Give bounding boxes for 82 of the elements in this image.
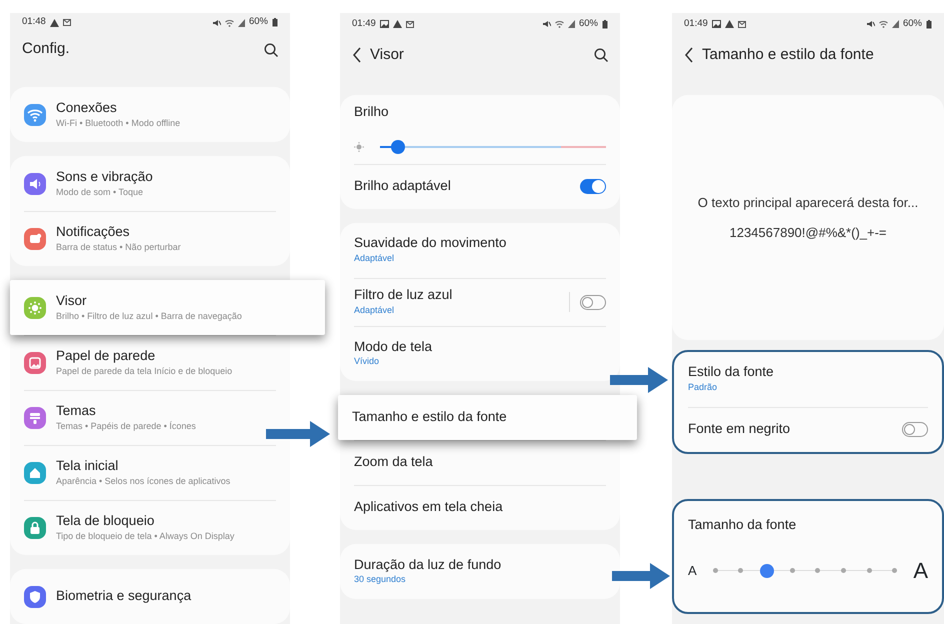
setting-title: Tela de bloqueio	[56, 512, 156, 530]
image-notification-icon	[380, 20, 389, 28]
screen-title: Visor	[370, 44, 405, 65]
sun-icon	[354, 142, 364, 152]
back-icon[interactable]	[684, 47, 694, 63]
toggle-switch[interactable]	[580, 294, 606, 310]
setting-description: Brilho • Filtro de luz azul • Barra de navegação	[56, 310, 243, 322]
screen-title: Config.	[22, 39, 71, 60]
setting-value: Adaptável	[354, 252, 396, 266]
status-time: 01:49	[352, 16, 376, 31]
screen-title: Tamanho e estilo da fonte	[702, 44, 875, 65]
setting-title: Tamanho da fonte	[688, 517, 798, 534]
battery-icon	[272, 18, 278, 28]
mute-icon	[866, 20, 875, 28]
preview-text: O texto principal aparecerá desta for...	[698, 194, 918, 212]
signal-icon	[568, 20, 575, 28]
setting-title: Suavidade do movimento	[354, 235, 508, 252]
setting-title: Notificações	[56, 224, 131, 241]
setting-title: Filtro de luz azul	[354, 286, 454, 304]
signal-icon	[892, 20, 899, 28]
mute-icon	[542, 20, 551, 28]
battery-icon	[926, 20, 932, 28]
mail-icon	[738, 20, 746, 28]
status-time: 01:49	[684, 16, 708, 31]
arrow	[612, 562, 670, 590]
small-letter-label: A	[688, 562, 697, 580]
setting-description: Modo de som • Toque	[56, 186, 144, 198]
back-icon[interactable]	[352, 47, 362, 63]
setting-value: Adaptável	[354, 304, 396, 317]
arrow	[610, 366, 668, 394]
battery-level: 60%	[578, 16, 598, 31]
setting-description: Papel de parede da tela Início e de bloqueio	[56, 364, 234, 377]
font-size-slider[interactable]	[712, 562, 898, 579]
setting-title: Sons e vibração	[56, 168, 154, 186]
mail-icon	[62, 19, 71, 26]
large-letter-label: A	[913, 560, 928, 582]
battery-level: 60%	[902, 16, 922, 31]
setting-description: Aparência • Selos nos ícones de aplicativos	[56, 474, 232, 487]
search-icon[interactable]	[264, 42, 278, 57]
setting-description: Tipo de bloqueio de tela • Always On Display	[56, 530, 236, 542]
setting-title: Brilho adaptável	[354, 178, 452, 195]
wifi-icon	[554, 20, 564, 28]
preview-text: 1234567890!@#%&*()_+-=	[729, 224, 887, 242]
arrow	[266, 420, 330, 448]
setting-title: Brilho	[354, 104, 390, 121]
mail-icon	[406, 20, 414, 28]
setting-title: Conexões	[56, 100, 118, 117]
setting-description: Wi-Fi • Bluetooth • Modo offline	[56, 116, 182, 129]
warning-icon	[50, 18, 59, 27]
setting-title: Estilo da fonte	[688, 364, 775, 382]
toggle-switch[interactable]	[580, 178, 606, 194]
setting-title: Duração da luz de fundo	[354, 556, 502, 574]
setting-value: Vívido	[354, 355, 380, 368]
wifi-icon	[224, 18, 234, 27]
setting-title: Biometria e segurança	[56, 588, 192, 605]
setting-description: Barra de status • Não perturbar	[56, 240, 182, 253]
warning-icon	[724, 20, 734, 28]
brightness-slider[interactable]	[380, 138, 606, 155]
setting-description: Temas • Papéis de parede • Ícones	[56, 420, 197, 432]
highlighted-setting-item[interactable]: Visor Brilho • Filtro de luz azul • Barra de navegação	[10, 280, 325, 335]
search-icon[interactable]	[594, 48, 608, 62]
setting-value: 30 segundos	[354, 573, 407, 586]
setting-title: Visor	[56, 292, 88, 310]
warning-icon	[392, 20, 402, 28]
setting-title: Aplicativos em tela cheia	[354, 499, 504, 516]
signal-icon	[238, 18, 245, 27]
status-time: 01:48	[22, 15, 46, 30]
setting-title: Fonte em negrito	[688, 421, 792, 438]
setting-title: Tela inicial	[56, 458, 120, 475]
setting-title: Tamanho e estilo da fonte	[352, 409, 508, 426]
battery-icon	[602, 20, 608, 28]
battery-level: 60%	[248, 15, 268, 30]
wifi-icon	[878, 20, 888, 28]
setting-value: Padrão	[688, 381, 718, 394]
setting-title: Zoom da tela	[354, 454, 434, 472]
setting-title: Modo de tela	[354, 338, 434, 356]
mute-icon	[212, 18, 221, 27]
highlighted-setting-item[interactable]: Tamanho e estilo da fonte	[338, 395, 637, 440]
toggle-switch[interactable]	[902, 422, 928, 437]
setting-title: Temas	[56, 402, 97, 420]
image-notification-icon	[712, 20, 721, 28]
setting-title: Papel de parede	[56, 348, 156, 365]
